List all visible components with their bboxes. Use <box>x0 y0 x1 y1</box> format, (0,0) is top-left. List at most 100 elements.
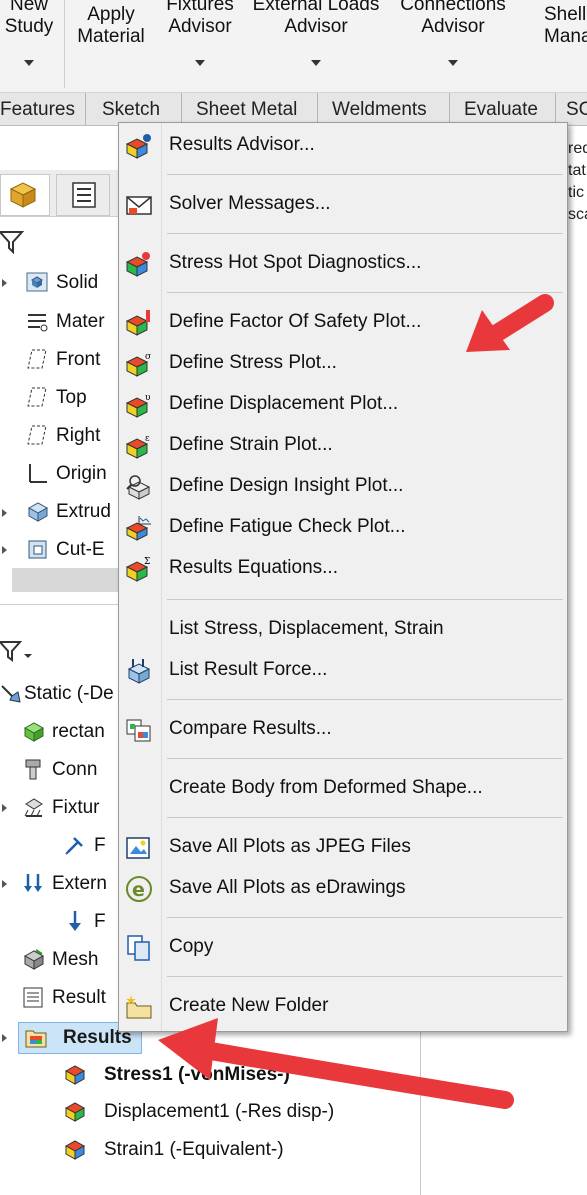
menu-separator <box>167 976 563 977</box>
tab-features[interactable]: Features <box>0 93 86 125</box>
shell-manager-button[interactable]: Shell Manag <box>524 4 587 48</box>
expand-arrow-icon[interactable] <box>2 880 7 888</box>
menu-item-copy[interactable]: Copy <box>119 927 567 967</box>
chevron-down-icon <box>311 60 321 66</box>
menu-item-compare-results[interactable]: Compare Results... <box>119 709 567 749</box>
ribbon-separator <box>64 0 65 88</box>
menu-item-create-body-from-deformed-shape[interactable]: Create Body from Deformed Shape... <box>119 768 567 808</box>
right-pane-text: red <box>568 140 587 157</box>
new-study-button[interactable]: New Study <box>2 0 56 66</box>
stress-plot-icon <box>64 1065 86 1085</box>
menu-item-define-strain-plot[interactable]: ε Define Strain Plot... <box>119 425 567 465</box>
external-loads-icon <box>24 874 42 892</box>
fatigue-check-icon <box>125 516 151 541</box>
menu-item-results-equations[interactable]: Σ Results Equations... <box>119 548 567 588</box>
fos-plot-icon <box>125 310 150 336</box>
expand-arrow-icon[interactable] <box>2 509 7 517</box>
menu-separator <box>167 292 563 293</box>
origin-icon <box>29 464 47 483</box>
svg-text:e: e <box>132 879 145 901</box>
results-context-menu: Results Advisor... Solver Messages... St… <box>118 122 568 1032</box>
jpeg-icon <box>126 837 150 859</box>
tab-weldments[interactable]: Weldments <box>318 93 450 125</box>
expand-arrow-icon[interactable] <box>2 1034 7 1042</box>
filter-icon[interactable] <box>0 226 26 256</box>
menu-item-define-fatigue-check-plot[interactable]: Define Fatigue Check Plot... <box>119 507 567 547</box>
expand-arrow-icon[interactable] <box>2 546 7 554</box>
plane-icon <box>27 387 47 407</box>
menu-item-save-plots-jpeg[interactable]: Save All Plots as JPEG Files <box>119 827 567 867</box>
displacement-plot-icon <box>64 1102 86 1122</box>
equations-icon: Σ <box>125 557 150 582</box>
chevron-down-icon <box>195 60 205 66</box>
menu-separator <box>167 599 563 600</box>
panel-splitter[interactable] <box>0 604 118 605</box>
new-folder-icon <box>126 995 152 1019</box>
anchor-icon <box>65 837 83 855</box>
menu-item-solver-messages[interactable]: Solver Messages... <box>119 184 567 224</box>
design-insight-icon <box>126 475 151 500</box>
cut-extrude-icon <box>28 540 47 559</box>
strain-plot-icon: ε <box>125 434 150 459</box>
strain-plot-icon <box>64 1140 86 1160</box>
right-pane-text: sca <box>568 206 587 223</box>
cube-icon <box>9 182 37 208</box>
svg-text:υ: υ <box>145 393 151 403</box>
connections-advisor-button[interactable]: Connections Advisor <box>394 0 512 66</box>
displacement-plot-icon: υ <box>125 393 151 418</box>
apply-material-button[interactable]: Apply Material <box>74 4 148 48</box>
menu-separator <box>167 233 563 234</box>
property-manager-tab[interactable] <box>56 174 110 216</box>
right-pane-text: tat <box>568 162 586 179</box>
list-icon <box>72 182 96 208</box>
material-icon <box>28 314 48 332</box>
fixtures-icon <box>24 798 43 817</box>
copy-icon <box>127 935 150 961</box>
mesh-part-icon <box>23 722 44 742</box>
menu-item-create-new-folder[interactable]: Create New Folder <box>119 986 567 1026</box>
tab-sc[interactable]: SC <box>556 93 587 125</box>
filter-dropdown-icon[interactable] <box>0 636 34 666</box>
results-folder-icon <box>25 1030 47 1048</box>
horizontal-scrollbar[interactable] <box>12 568 118 592</box>
menu-item-define-fos-plot[interactable]: Define Factor Of Safety Plot... <box>119 302 567 342</box>
edrawings-icon: e <box>126 876 152 902</box>
plane-icon <box>27 349 47 369</box>
chevron-down-icon <box>24 60 34 66</box>
menu-separator <box>167 174 563 175</box>
menu-item-define-stress-plot[interactable]: σ Define Stress Plot... <box>119 343 567 383</box>
menu-item-define-design-insight-plot[interactable]: Define Design Insight Plot... <box>119 466 567 506</box>
tab-sheet-metal[interactable]: Sheet Metal <box>182 93 318 125</box>
feature-manager-tab[interactable] <box>0 174 50 216</box>
menu-item-results-advisor[interactable]: Results Advisor... <box>119 125 567 165</box>
expand-arrow-icon[interactable] <box>2 279 7 287</box>
menu-separator <box>167 758 563 759</box>
stress-plot-icon: σ <box>125 352 151 377</box>
right-pane-text: tic <box>568 184 584 201</box>
menu-item-list-stress-displacement-strain[interactable]: List Stress, Displacement, Strain <box>119 609 567 649</box>
result-force-icon <box>127 659 151 684</box>
hot-spot-icon <box>125 252 150 277</box>
chevron-down-icon <box>448 60 458 66</box>
results-advisor-icon <box>125 134 151 159</box>
static-study-icon <box>1 685 21 703</box>
external-loads-advisor-button[interactable]: External Loads Advisor <box>250 0 382 66</box>
mesh-icon <box>23 949 44 970</box>
force-arrow-icon <box>69 911 81 931</box>
command-manager-ribbon: New Study Apply Material Fixtures Adviso… <box>0 0 587 93</box>
envelope-icon <box>126 196 152 215</box>
tab-evaluate[interactable]: Evaluate <box>450 93 556 125</box>
svg-text:ε: ε <box>145 434 150 444</box>
fixtures-advisor-button[interactable]: Fixtures Advisor <box>160 0 240 66</box>
expand-arrow-icon[interactable] <box>2 804 7 812</box>
menu-item-stress-hot-spot[interactable]: Stress Hot Spot Diagnostics... <box>119 243 567 283</box>
menu-item-list-result-force[interactable]: List Result Force... <box>119 650 567 690</box>
extrude-icon <box>27 502 48 522</box>
menu-separator <box>167 817 563 818</box>
menu-item-define-displacement-plot[interactable]: υ Define Displacement Plot... <box>119 384 567 424</box>
svg-text:Σ: Σ <box>144 557 150 567</box>
svg-text:σ: σ <box>145 352 151 362</box>
compare-icon <box>126 719 151 742</box>
menu-item-save-plots-edrawings[interactable]: e Save All Plots as eDrawings <box>119 868 567 908</box>
tab-sketch[interactable]: Sketch <box>86 93 182 125</box>
